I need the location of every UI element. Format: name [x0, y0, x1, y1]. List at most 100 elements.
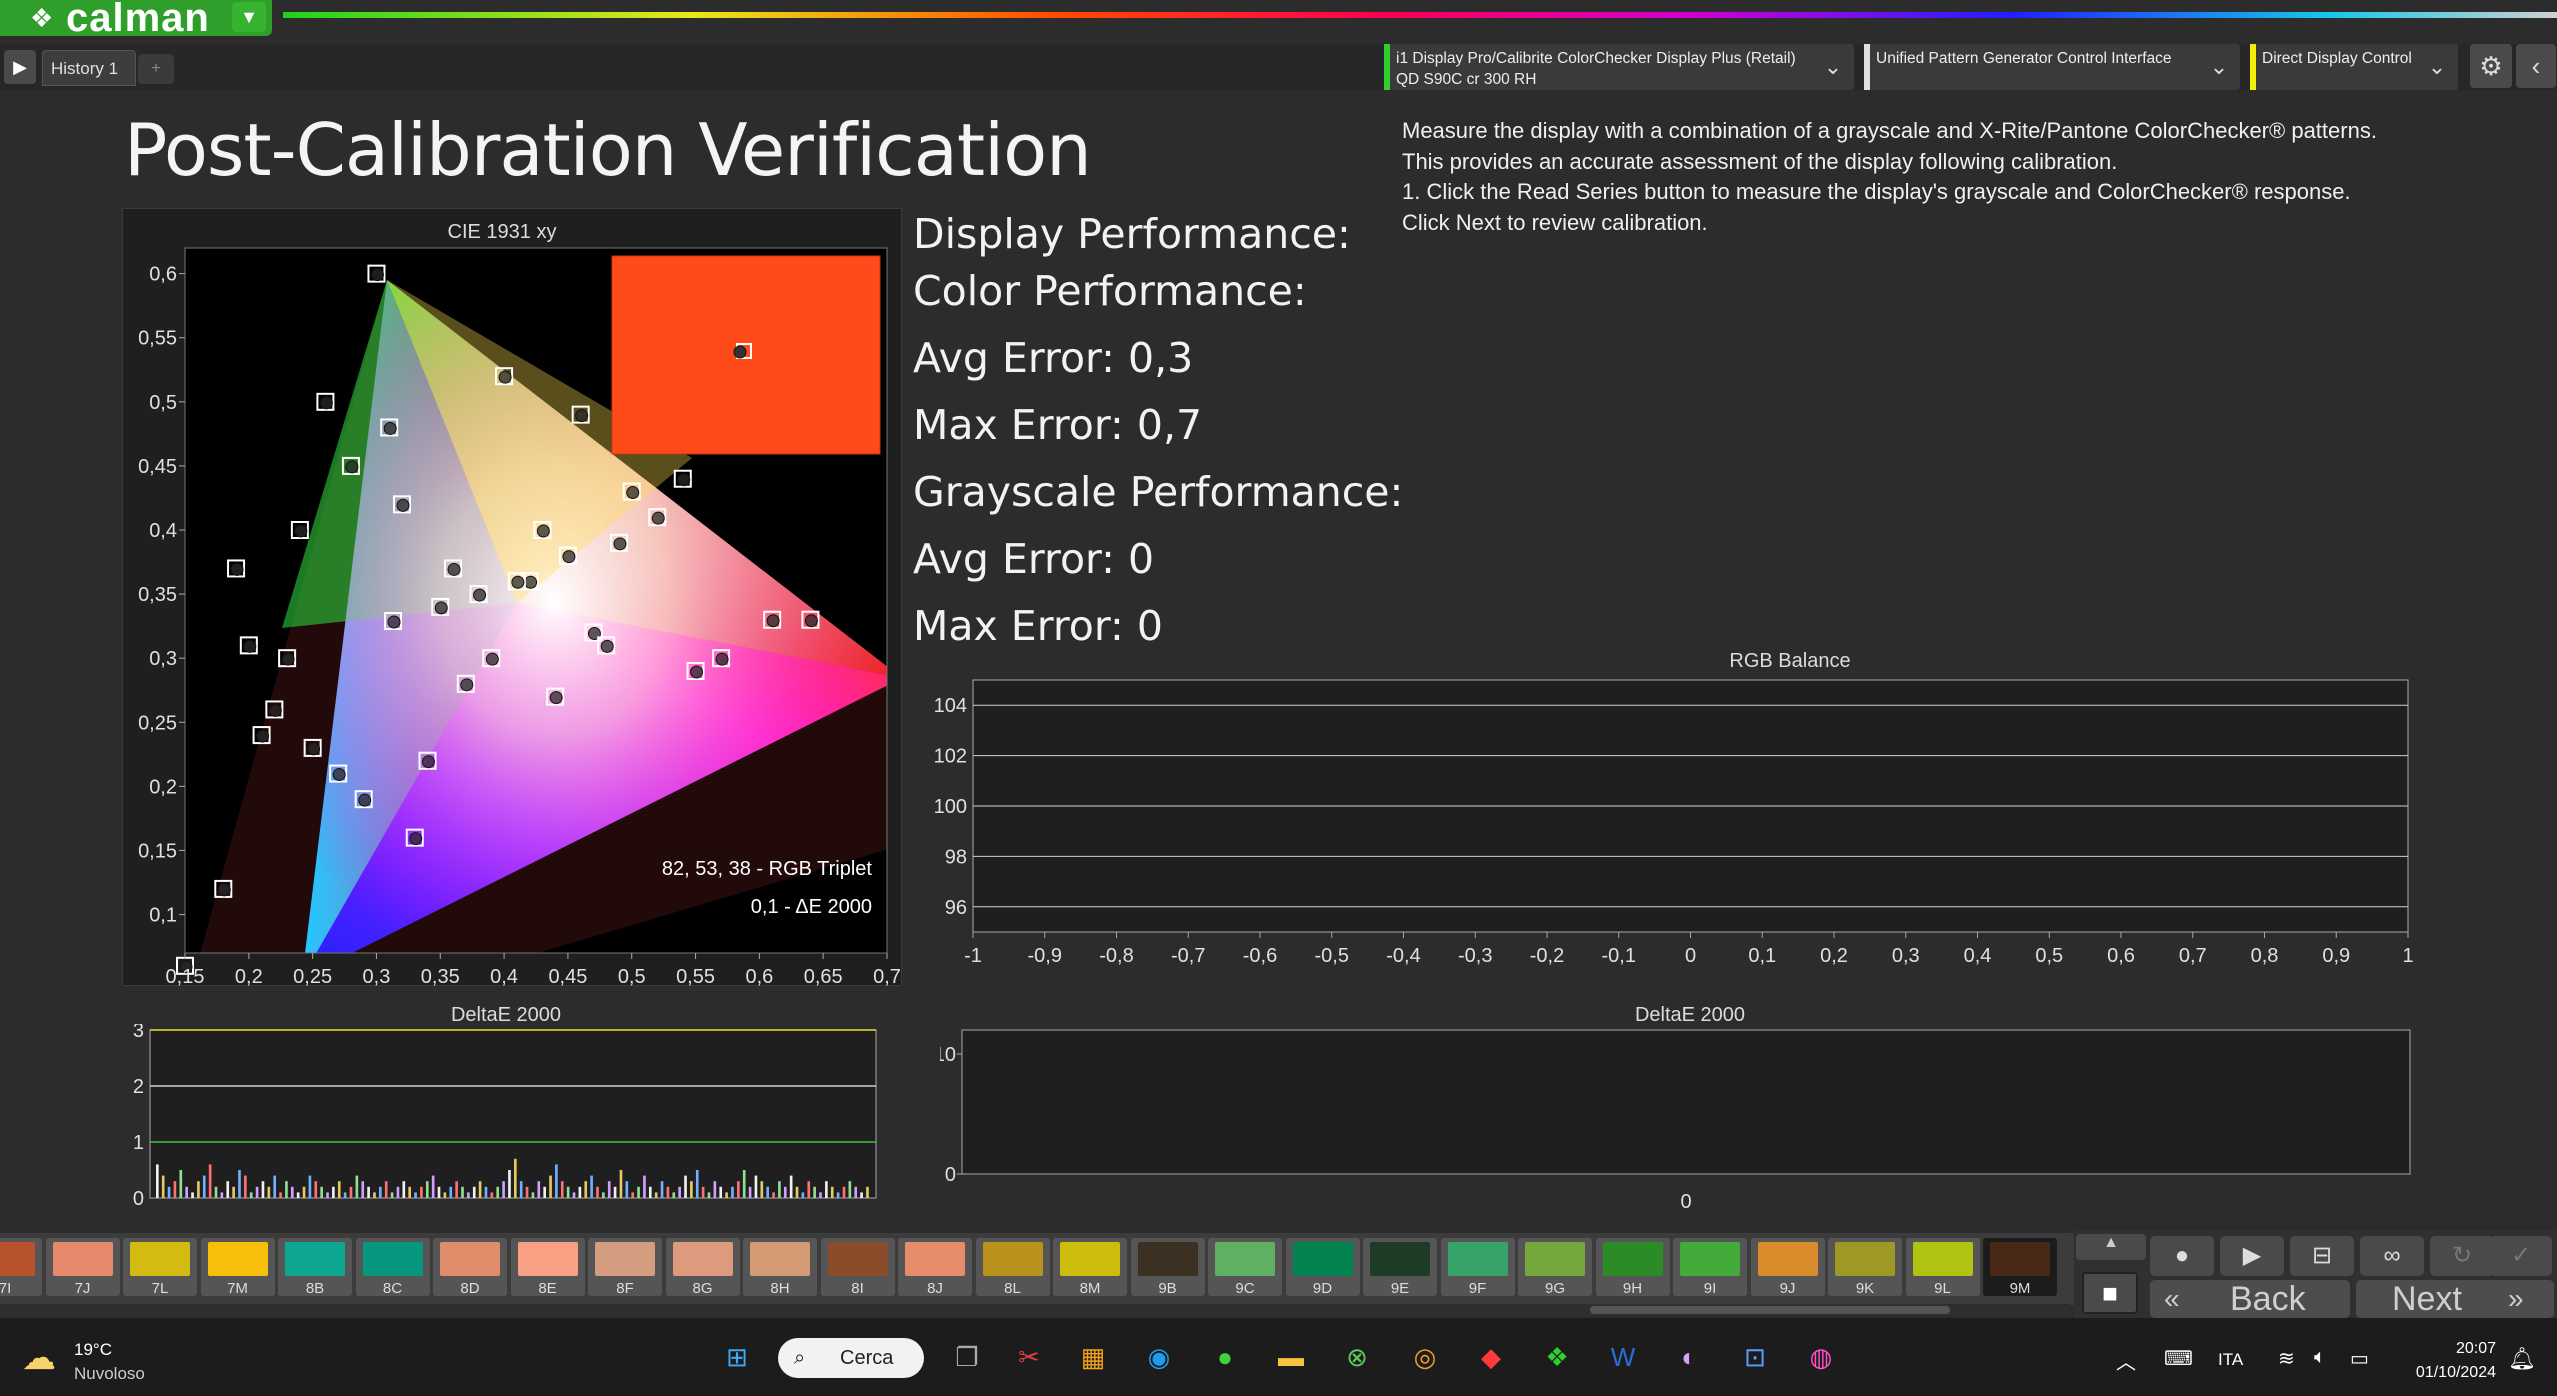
- volume-icon[interactable]: 🔈︎: [2314, 1346, 2326, 1369]
- edge-browser-icon[interactable]: ◉: [1136, 1334, 1182, 1380]
- swatch-scrollbar[interactable]: [0, 1304, 2070, 1316]
- color-app-icon[interactable]: ◐: [1666, 1334, 1712, 1380]
- patch-swatch-9f[interactable]: 9F: [1440, 1238, 1515, 1297]
- chevron-down-icon[interactable]: ⌄: [2204, 52, 2234, 82]
- calman-logo[interactable]: ❖ calman ▼: [0, 0, 272, 38]
- patch-swatch-9i[interactable]: 9I: [1673, 1238, 1747, 1297]
- add-tab-icon[interactable]: +: [138, 54, 174, 84]
- cie-measured-point: [345, 460, 359, 474]
- patch-swatch-9d[interactable]: 9D: [1285, 1238, 1360, 1297]
- chevron-down-icon[interactable]: ⌄: [2422, 52, 2452, 82]
- pattern-generator-selector[interactable]: Unified Pattern Generator Control Interf…: [1864, 44, 2240, 90]
- wifi-icon[interactable]: ≋: [2278, 1346, 2295, 1371]
- fps-monitor-icon[interactable]: ●: [1202, 1334, 1248, 1380]
- taskbar-search[interactable]: ⌕ Cerca: [778, 1338, 924, 1378]
- swatch-label: 8I: [851, 1280, 864, 1297]
- patch-swatch-9h[interactable]: 9H: [1595, 1238, 1670, 1297]
- patch-swatch-8m[interactable]: 8M: [1053, 1238, 1127, 1297]
- cie-measured-point: [600, 639, 614, 653]
- xbox-icon[interactable]: ⊗: [1334, 1334, 1380, 1380]
- notification-bell-icon[interactable]: 🔔︎: [2508, 1346, 2536, 1372]
- patch-swatch-9l[interactable]: 9L: [1905, 1238, 1980, 1297]
- snipping-tool-icon[interactable]: ✂: [1006, 1334, 1052, 1380]
- patch-swatch-8e[interactable]: 8E: [510, 1238, 585, 1297]
- clock-date[interactable]: 01/10/2024: [2380, 1364, 2496, 1382]
- colorful-app-icon[interactable]: ◍: [1798, 1334, 1844, 1380]
- patch-swatch-8c[interactable]: 8C: [355, 1238, 430, 1297]
- patch-swatch-8j[interactable]: 8J: [898, 1238, 972, 1297]
- scroll-up-icon[interactable]: ▲: [2076, 1234, 2146, 1260]
- stop-square-icon[interactable]: ■: [2082, 1272, 2138, 1314]
- patch-swatch-8i[interactable]: 8I: [820, 1238, 895, 1297]
- delta-bar: [214, 1186, 218, 1198]
- patch-swatch-9e[interactable]: 9E: [1363, 1238, 1437, 1297]
- file-explorer-icon[interactable]: ▬: [1268, 1334, 1314, 1380]
- patch-swatch-9m[interactable]: 9M: [1983, 1238, 2057, 1297]
- swatch-color: [1060, 1242, 1120, 1276]
- patch-swatch-8d[interactable]: 8D: [433, 1238, 507, 1297]
- delta-bar: [631, 1192, 635, 1198]
- patch-swatch-8h[interactable]: 8H: [743, 1238, 817, 1297]
- chevron-down-icon[interactable]: ⌄: [1818, 52, 1848, 82]
- next-button[interactable]: Next »: [2356, 1280, 2554, 1318]
- weather-temp[interactable]: 19°C: [74, 1340, 112, 1360]
- swatch-color: [595, 1242, 655, 1276]
- patch-swatch-7m[interactable]: 7M: [200, 1238, 275, 1297]
- patch-swatch-8b[interactable]: 8B: [278, 1238, 352, 1297]
- settings-gear-icon[interactable]: ⚙: [2470, 44, 2512, 88]
- delta-bar: [302, 1186, 306, 1198]
- clock-time[interactable]: 20:07: [2396, 1340, 2496, 1358]
- continuous-read-icon[interactable]: ∞: [2360, 1236, 2424, 1276]
- keyboard-icon[interactable]: ⌨: [2164, 1346, 2193, 1371]
- play-arrow-icon[interactable]: ▶: [4, 50, 36, 84]
- patch-swatch-7j[interactable]: 7J: [45, 1238, 120, 1297]
- stop-icon[interactable]: ●: [2150, 1236, 2214, 1276]
- cie-measured-point: [332, 768, 346, 782]
- delta-bar: [713, 1181, 717, 1198]
- delta-bar: [202, 1175, 206, 1198]
- swatch-label: 8M: [1079, 1280, 1101, 1297]
- cie-measured-point: [387, 615, 401, 629]
- weather-cloud-icon[interactable]: ☁: [22, 1338, 56, 1378]
- store-icon[interactable]: ▦: [1070, 1334, 1116, 1380]
- read-series-icon[interactable]: ⊟: [2290, 1236, 2354, 1276]
- meter-device-selector[interactable]: i1 Display Pro/Calibrite ColorChecker Di…: [1384, 44, 1854, 90]
- chrome-icon[interactable]: ◎: [1402, 1334, 1448, 1380]
- display-control-selector[interactable]: Direct Display Control ⌄: [2250, 44, 2458, 90]
- collapse-arrow-icon[interactable]: ‹: [2516, 44, 2556, 88]
- delta-bar: [384, 1181, 388, 1198]
- battery-icon[interactable]: ▭: [2350, 1346, 2369, 1371]
- weather-condition[interactable]: Nuvoloso: [74, 1364, 145, 1384]
- delta-bar: [431, 1175, 435, 1198]
- language-indicator[interactable]: ITA: [2218, 1350, 2243, 1370]
- swatch-label: 9J: [1779, 1280, 1796, 1297]
- refresh-icon[interactable]: ↻: [2430, 1236, 2494, 1276]
- delta-bar: [478, 1181, 482, 1198]
- scrollbar-thumb[interactable]: [1590, 1306, 1950, 1314]
- calman-taskbar-icon[interactable]: ❖: [1534, 1334, 1580, 1380]
- capture-app-icon[interactable]: ⊡: [1732, 1334, 1778, 1380]
- app-menu-dropdown-icon[interactable]: ▼: [232, 2, 266, 32]
- patch-swatch-9j[interactable]: 9J: [1750, 1238, 1825, 1297]
- patch-swatch-8g[interactable]: 8G: [665, 1238, 740, 1297]
- patch-swatch-9k[interactable]: 9K: [1828, 1238, 1902, 1297]
- patch-swatch-7i[interactable]: 7I: [0, 1238, 42, 1297]
- tab-history[interactable]: History 1: [42, 50, 136, 86]
- chevron-up-icon[interactable]: ︿: [2116, 1346, 2136, 1375]
- app-red-diamond-icon[interactable]: ◆: [1468, 1334, 1514, 1380]
- check-icon[interactable]: ✓: [2490, 1236, 2552, 1276]
- patch-swatch-8f[interactable]: 8F: [588, 1238, 662, 1297]
- play-icon[interactable]: ▶: [2220, 1236, 2284, 1276]
- back-button[interactable]: « Back: [2150, 1280, 2350, 1318]
- patch-swatch-8l[interactable]: 8L: [975, 1238, 1050, 1297]
- swatch-color: [905, 1242, 965, 1276]
- task-view-icon[interactable]: ❐: [944, 1334, 990, 1380]
- word-icon[interactable]: W: [1600, 1334, 1646, 1380]
- delta-bar: [343, 1192, 347, 1198]
- patch-swatch-9g[interactable]: 9G: [1518, 1238, 1592, 1297]
- windows-start-icon[interactable]: ⊞: [714, 1334, 760, 1380]
- swatch-label: 9F: [1468, 1280, 1487, 1297]
- patch-swatch-9b[interactable]: 9B: [1130, 1238, 1205, 1297]
- patch-swatch-7l[interactable]: 7L: [123, 1238, 197, 1297]
- patch-swatch-9c[interactable]: 9C: [1208, 1238, 1282, 1297]
